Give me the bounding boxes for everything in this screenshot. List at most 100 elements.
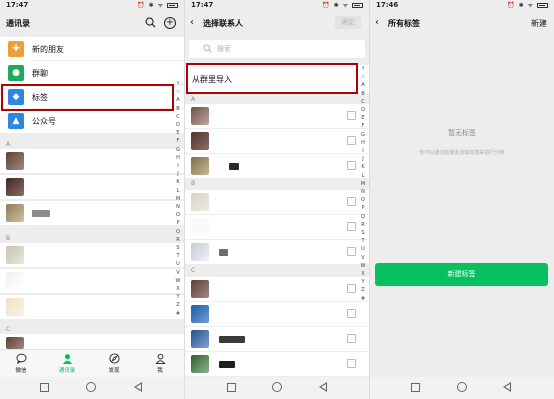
alphabet-index[interactable]: ↑ ☆ A B C D E F G H I J K L M N O P Q R S T U V W X Y Z # bbox=[174, 80, 182, 318]
index-letter[interactable]: Q bbox=[174, 228, 182, 236]
home-icon[interactable] bbox=[457, 382, 467, 392]
index-letter[interactable]: H bbox=[174, 154, 182, 162]
index-letter[interactable]: D bbox=[174, 121, 182, 129]
add-icon[interactable]: + bbox=[164, 17, 176, 29]
index-letter[interactable]: N bbox=[174, 203, 182, 211]
alphabet-index[interactable]: ↑ ☆ A B C D E F G H I J K L M N O P Q R S T U V W X Y Z # bbox=[359, 65, 367, 303]
index-letter[interactable]: O bbox=[174, 211, 182, 219]
back-icon[interactable] bbox=[503, 382, 511, 392]
index-letter[interactable]: G bbox=[174, 146, 182, 154]
contact-row[interactable] bbox=[0, 175, 184, 199]
index-letter[interactable]: Y bbox=[174, 293, 182, 301]
select-checkbox[interactable] bbox=[347, 197, 356, 206]
index-letter[interactable]: T bbox=[174, 252, 182, 260]
index-letter[interactable]: R bbox=[174, 236, 182, 244]
index-letter[interactable]: Q bbox=[359, 213, 367, 221]
index-letter[interactable]: S bbox=[174, 244, 182, 252]
new-friends-item[interactable]: ✚ 新的朋友 bbox=[0, 37, 184, 61]
index-letter[interactable]: E bbox=[174, 129, 182, 137]
select-checkbox[interactable] bbox=[347, 247, 356, 256]
home-icon[interactable] bbox=[272, 382, 282, 392]
tab-contacts[interactable]: 通讯录 bbox=[52, 353, 82, 374]
index-letter[interactable]: C bbox=[174, 113, 182, 121]
contact-row[interactable] bbox=[185, 215, 369, 239]
index-letter[interactable]: T bbox=[359, 237, 367, 245]
index-letter[interactable]: # bbox=[174, 310, 182, 318]
recents-icon[interactable] bbox=[227, 383, 236, 392]
select-checkbox[interactable] bbox=[347, 161, 356, 170]
index-letter[interactable]: L bbox=[174, 187, 182, 195]
back-icon[interactable] bbox=[319, 382, 327, 392]
index-letter[interactable]: Z bbox=[359, 286, 367, 294]
index-letter[interactable]: X bbox=[174, 285, 182, 293]
index-letter[interactable]: W bbox=[359, 262, 367, 270]
select-checkbox[interactable] bbox=[347, 284, 356, 293]
contact-row[interactable] bbox=[185, 154, 369, 178]
index-letter[interactable]: H bbox=[359, 139, 367, 147]
group-chats-item[interactable]: ● 群聊 bbox=[0, 61, 184, 85]
contact-row[interactable] bbox=[185, 129, 369, 153]
index-letter[interactable]: C bbox=[359, 98, 367, 106]
index-letter[interactable]: X bbox=[359, 270, 367, 278]
contact-row[interactable] bbox=[0, 149, 184, 173]
index-letter[interactable]: I bbox=[359, 147, 367, 155]
index-letter[interactable]: F bbox=[174, 137, 182, 145]
contact-row[interactable] bbox=[0, 269, 184, 293]
contact-row[interactable] bbox=[185, 190, 369, 214]
confirm-button[interactable]: 确定 bbox=[335, 16, 361, 29]
index-letter[interactable]: J bbox=[174, 170, 182, 178]
select-checkbox[interactable] bbox=[347, 136, 356, 145]
select-checkbox[interactable] bbox=[347, 359, 356, 368]
index-letter[interactable]: M bbox=[359, 180, 367, 188]
official-accounts-item[interactable]: ▲ 公众号 bbox=[0, 109, 184, 133]
index-letter[interactable]: U bbox=[359, 245, 367, 253]
index-letter[interactable]: E bbox=[359, 114, 367, 122]
index-letter[interactable]: V bbox=[359, 254, 367, 262]
index-letter[interactable]: A bbox=[174, 96, 182, 104]
new-tag-button[interactable]: 新建标签 bbox=[375, 263, 548, 286]
recents-icon[interactable] bbox=[411, 383, 420, 392]
back-arrow-icon[interactable]: ‹ bbox=[375, 17, 379, 28]
select-checkbox[interactable] bbox=[347, 309, 356, 318]
index-letter[interactable]: B bbox=[174, 105, 182, 113]
contact-row[interactable] bbox=[185, 302, 369, 326]
contact-row[interactable] bbox=[0, 201, 184, 225]
index-letter[interactable]: P bbox=[174, 219, 182, 227]
home-icon[interactable] bbox=[86, 382, 96, 392]
select-checkbox[interactable] bbox=[347, 334, 356, 343]
index-letter[interactable]: D bbox=[359, 106, 367, 114]
index-letter[interactable]: U bbox=[174, 260, 182, 268]
contact-row[interactable] bbox=[185, 352, 369, 376]
index-letter[interactable]: S bbox=[359, 229, 367, 237]
index-letter[interactable]: R bbox=[359, 221, 367, 229]
contact-row[interactable] bbox=[185, 104, 369, 128]
index-letter[interactable]: G bbox=[359, 131, 367, 139]
index-letter[interactable]: W bbox=[174, 277, 182, 285]
index-letter[interactable]: L bbox=[359, 172, 367, 180]
index-letter[interactable]: N bbox=[359, 188, 367, 196]
index-letter[interactable]: M bbox=[174, 195, 182, 203]
back-arrow-icon[interactable]: ‹ bbox=[190, 17, 194, 28]
index-letter[interactable]: ☆ bbox=[174, 88, 182, 96]
index-letter[interactable]: ☆ bbox=[359, 73, 367, 81]
index-letter[interactable]: J bbox=[359, 155, 367, 163]
contact-row[interactable] bbox=[0, 243, 184, 267]
index-letter[interactable]: ↑ bbox=[359, 65, 367, 73]
index-letter[interactable]: V bbox=[174, 269, 182, 277]
index-letter[interactable]: K bbox=[359, 163, 367, 171]
index-letter[interactable]: Y bbox=[359, 278, 367, 286]
tab-chats[interactable]: 微信 bbox=[6, 353, 36, 374]
new-tag-link[interactable]: 新建 bbox=[531, 18, 547, 29]
contact-row[interactable] bbox=[185, 240, 369, 264]
index-letter[interactable]: B bbox=[359, 90, 367, 98]
index-letter[interactable]: O bbox=[359, 196, 367, 204]
contact-row[interactable] bbox=[185, 327, 369, 351]
index-letter[interactable]: F bbox=[359, 122, 367, 130]
recents-icon[interactable] bbox=[40, 383, 49, 392]
tab-discover[interactable]: 发现 bbox=[99, 353, 129, 374]
contact-row[interactable] bbox=[0, 334, 184, 349]
index-letter[interactable]: I bbox=[174, 162, 182, 170]
tab-me[interactable]: 我 bbox=[145, 353, 175, 374]
index-letter[interactable]: A bbox=[359, 81, 367, 89]
index-letter[interactable]: # bbox=[359, 295, 367, 303]
